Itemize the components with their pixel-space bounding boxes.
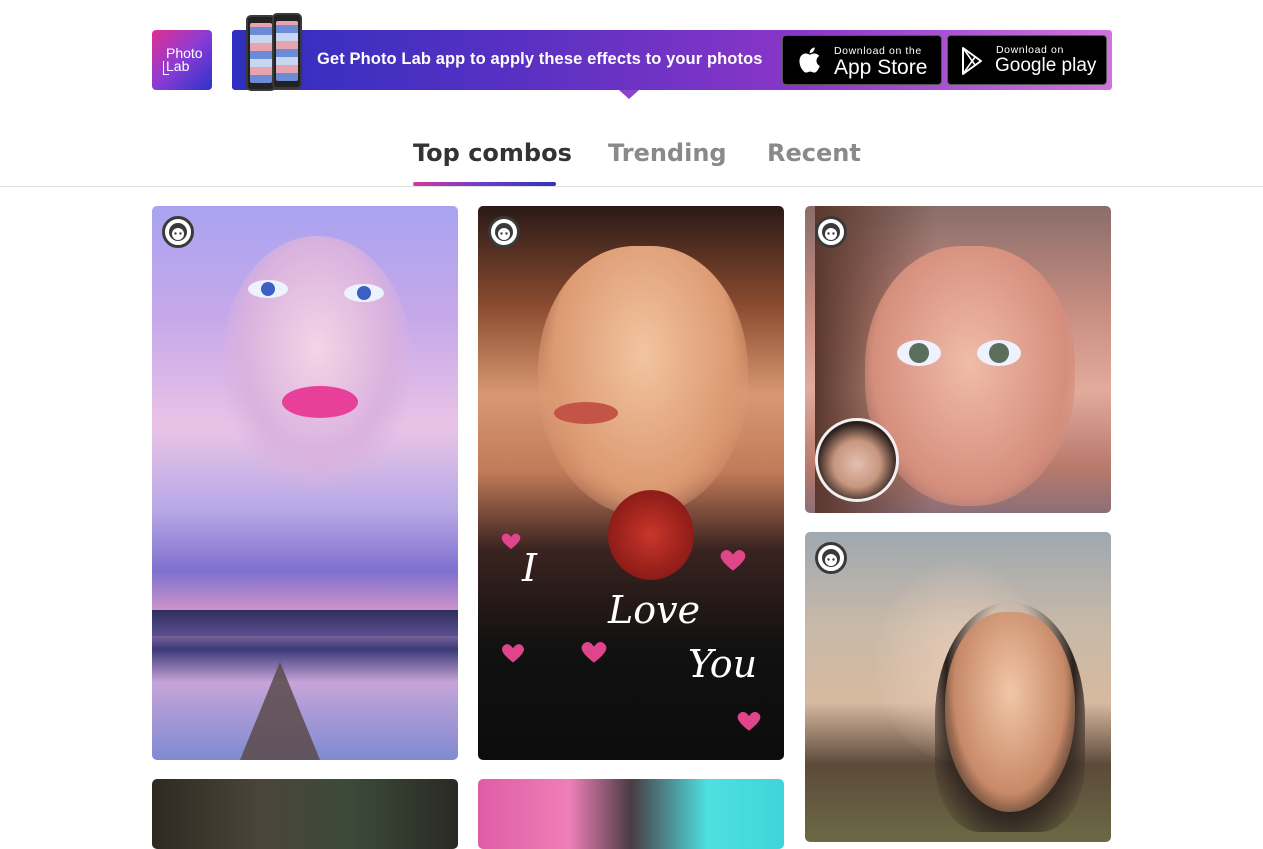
face-icon bbox=[488, 216, 520, 248]
app-store-button[interactable]: Download on the App Store bbox=[782, 35, 942, 85]
heart-icon bbox=[502, 644, 524, 663]
heart-icon bbox=[501, 533, 521, 549]
heart-icon bbox=[737, 711, 761, 731]
portrait-eye bbox=[248, 280, 288, 298]
effect-card[interactable] bbox=[152, 206, 458, 760]
tab-trending[interactable]: Trending bbox=[608, 139, 727, 167]
portrait-eye bbox=[344, 284, 384, 302]
face-icon bbox=[815, 216, 847, 248]
love-text-love: Love bbox=[608, 588, 701, 632]
portrait-face bbox=[538, 246, 748, 516]
app-store-label: App Store bbox=[834, 56, 928, 79]
google-play-button[interactable]: Download on Google play bbox=[947, 35, 1107, 85]
effect-card[interactable] bbox=[152, 779, 458, 849]
portrait-face bbox=[945, 612, 1075, 812]
google-play-label: Google play bbox=[995, 55, 1097, 76]
face-icon bbox=[162, 216, 194, 248]
horizon-mountains bbox=[152, 610, 458, 636]
portrait-lips bbox=[554, 402, 618, 424]
phones-illustration bbox=[246, 13, 308, 91]
phone-image bbox=[272, 13, 302, 89]
apple-icon bbox=[799, 47, 820, 73]
google-play-icon bbox=[962, 47, 982, 75]
effect-card[interactable] bbox=[478, 779, 784, 849]
effect-card[interactable]: I Love You bbox=[478, 206, 784, 760]
logo-corner-mark bbox=[163, 61, 169, 75]
portrait-face bbox=[222, 236, 412, 486]
effect-card[interactable] bbox=[805, 532, 1111, 842]
banner-text: Get Photo Lab app to apply these effects… bbox=[317, 50, 763, 68]
face-icon bbox=[815, 542, 847, 574]
portrait-eye bbox=[977, 340, 1021, 366]
banner-pointer bbox=[619, 90, 639, 99]
love-text-you: You bbox=[688, 642, 758, 686]
rose-image bbox=[608, 490, 694, 580]
heart-icon bbox=[581, 642, 607, 663]
pier bbox=[240, 662, 320, 760]
source-photo-avatar bbox=[815, 418, 899, 502]
heart-icon bbox=[720, 550, 746, 571]
tab-top-combos[interactable]: Top combos bbox=[413, 139, 572, 167]
portrait-lips bbox=[282, 386, 358, 418]
photo-lab-logo[interactable]: Photo Lab bbox=[152, 30, 212, 90]
portrait-eye bbox=[897, 340, 941, 366]
logo-text-line2: Lab bbox=[166, 58, 190, 74]
tab-recent[interactable]: Recent bbox=[767, 139, 861, 167]
effect-card[interactable] bbox=[805, 206, 1111, 513]
love-text-i: I bbox=[522, 546, 538, 590]
tabs-divider bbox=[0, 186, 1263, 187]
